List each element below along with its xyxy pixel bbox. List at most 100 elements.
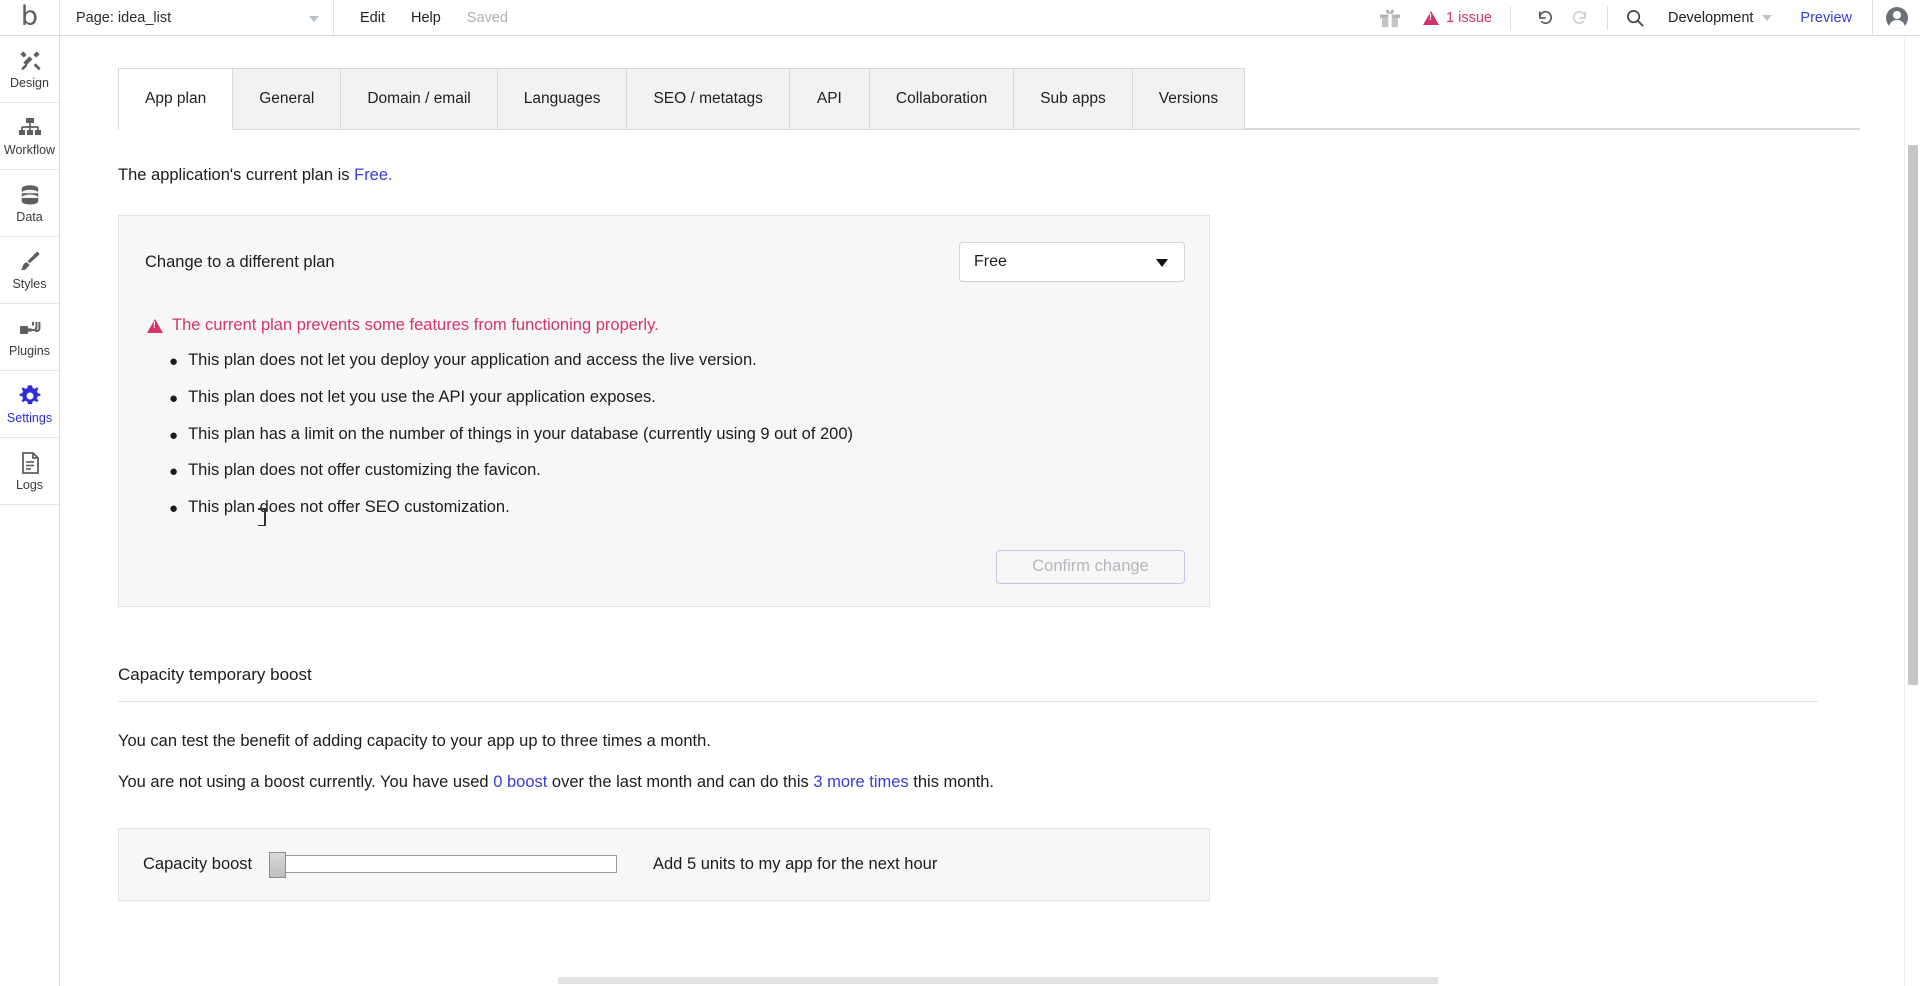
page-selector-dropdown[interactable]: Page: idea_list	[60, 0, 334, 36]
settings-tab-bar: App plan General Domain / email Language…	[118, 68, 1860, 130]
help-menu[interactable]: Help	[411, 10, 441, 26]
tab-api[interactable]: API	[789, 68, 870, 129]
workflow-icon	[17, 115, 43, 141]
environment-label: Development	[1667, 9, 1754, 26]
confirm-change-button[interactable]: Confirm change	[996, 549, 1185, 584]
environment-dropdown[interactable]: Development	[1667, 9, 1773, 26]
plan-warning: The current plan prevents some features …	[147, 316, 1185, 335]
tab-sub-apps[interactable]: Sub apps	[1014, 68, 1133, 129]
sidebar-item-label: Logs	[15, 478, 44, 493]
horizontal-scrollbar[interactable]	[60, 974, 1904, 986]
boosts-used-link[interactable]: 0 boost	[493, 773, 547, 791]
document-icon	[17, 450, 43, 476]
capacity-paragraph-2: You are not using a boost currently. You…	[118, 773, 1818, 792]
tab-versions[interactable]: Versions	[1132, 68, 1246, 129]
search-button[interactable]	[1618, 0, 1652, 36]
bullet-dot-icon: ●	[169, 426, 179, 444]
gear-icon	[17, 383, 43, 409]
vertical-scrollbar-thumb[interactable]	[1908, 145, 1918, 685]
list-item: ● This plan has a limit on the number of…	[169, 425, 1185, 447]
list-item: ● This plan does not offer customizing t…	[169, 461, 1185, 483]
bullet-dot-icon: ●	[169, 389, 179, 407]
list-item: ● This plan does not let you deploy your…	[169, 351, 1185, 373]
sidebar-item-label: Settings	[6, 411, 53, 426]
tab-label: SEO / metatags	[653, 90, 763, 107]
horizontal-scrollbar-thumb[interactable]	[558, 977, 1438, 984]
gift-icon[interactable]	[1379, 8, 1401, 28]
database-icon	[17, 182, 43, 208]
left-sidebar: Design Workflow Data Styles Plugins Sett…	[0, 36, 60, 986]
capacity-text-part-1: You are not using a boost currently. You…	[118, 772, 494, 791]
user-account-button[interactable]	[1872, 0, 1920, 36]
bullet-dot-icon: ●	[169, 500, 179, 517]
main-content-area: App plan General Domain / email Language…	[60, 36, 1920, 986]
boosts-remaining-link[interactable]: 3 more times	[813, 773, 908, 791]
sidebar-item-logs[interactable]: Logs	[0, 438, 59, 505]
tab-label: Domain / email	[367, 90, 471, 107]
limitation-text: This plan has a limit on the number of t…	[188, 424, 854, 443]
tab-collaboration[interactable]: Collaboration	[869, 68, 1015, 129]
sidebar-item-data[interactable]: Data	[0, 170, 59, 237]
plan-select-dropdown[interactable]: Free	[959, 242, 1185, 282]
tab-label: General	[259, 90, 315, 107]
issue-indicator[interactable]: 1 issue	[1423, 5, 1511, 30]
sidebar-item-design[interactable]: Design	[0, 36, 59, 103]
edit-menu[interactable]: Edit	[360, 10, 385, 26]
plug-icon	[17, 316, 43, 342]
chevron-down-icon	[309, 15, 319, 22]
warning-triangle-icon	[147, 318, 163, 333]
change-plan-label: Change to a different plan	[145, 252, 335, 271]
bubble-logo-icon: b	[20, 0, 39, 32]
capacity-text-part-3: this month.	[908, 772, 994, 791]
sidebar-item-label: Plugins	[9, 344, 50, 359]
bullet-dot-icon: ●	[169, 463, 179, 481]
tab-languages[interactable]: Languages	[497, 68, 628, 129]
tab-label: API	[816, 90, 842, 107]
plan-warning-text: The current plan prevents some features …	[172, 316, 659, 334]
change-plan-row: Change to a different plan Free	[143, 242, 1185, 282]
slider-handle[interactable]	[269, 852, 286, 879]
vertical-scrollbar[interactable]	[1904, 37, 1920, 986]
tab-label: Languages	[523, 90, 601, 107]
tab-label: Sub apps	[1040, 90, 1106, 107]
tab-label: Collaboration	[895, 90, 988, 107]
limitation-text: This plan does not offer customizing the…	[188, 461, 541, 480]
tab-seo-metatags[interactable]: SEO / metatags	[627, 68, 790, 129]
capacity-paragraph-1: You can test the benefit of adding capac…	[118, 731, 711, 750]
chevron-down-icon	[1762, 14, 1773, 21]
redo-button[interactable]	[1563, 0, 1597, 36]
current-plan-prefix: The application's current plan is	[118, 166, 355, 184]
issue-count-label: 1 issue	[1446, 9, 1492, 26]
plan-select-value: Free	[974, 253, 1007, 270]
limitation-text: This plan does not let you deploy your a…	[188, 351, 757, 369]
current-plan-link[interactable]: Free.	[354, 166, 393, 184]
plan-limitations-list: ● This plan does not let you deploy your…	[169, 351, 1185, 520]
app-logo[interactable]: b	[0, 0, 60, 36]
top-header-bar: b Page: idea_list Edit Help Saved 1 issu…	[0, 0, 1920, 36]
design-icon	[17, 48, 43, 74]
list-item: ● This plan does not offer SEO customiza…	[169, 498, 1185, 520]
sidebar-item-workflow[interactable]: Workflow	[0, 103, 59, 170]
save-status: Saved	[466, 9, 508, 26]
sidebar-item-plugins[interactable]: Plugins	[0, 304, 59, 371]
limitation-text: This plan does not let you use the API y…	[188, 387, 656, 406]
tab-domain-email[interactable]: Domain / email	[341, 68, 498, 129]
sidebar-item-settings[interactable]: Settings	[0, 371, 59, 438]
app-plan-panel: The application's current plan is Free. …	[118, 134, 1818, 901]
undo-button[interactable]	[1529, 0, 1563, 36]
capacity-boost-slider[interactable]	[269, 852, 617, 879]
limitation-text: This plan does not offer SEO customizati…	[188, 498, 510, 516]
sidebar-item-styles[interactable]: Styles	[0, 237, 59, 304]
preview-button[interactable]: Preview	[1800, 10, 1852, 26]
sidebar-item-label: Design	[10, 76, 49, 91]
list-item: ● This plan does not let you use the API…	[169, 388, 1185, 410]
tab-general[interactable]: General	[233, 68, 342, 129]
bullet-dot-icon: ●	[169, 353, 179, 370]
tab-app-plan[interactable]: App plan	[118, 68, 234, 130]
tab-bar-filler	[1245, 68, 1860, 129]
tab-label: App plan	[145, 90, 207, 107]
capacity-section-title: Capacity temporary boost	[118, 665, 1818, 702]
confirm-row: Confirm change	[143, 549, 1185, 584]
capacity-boost-card: Capacity boost Add 5 units to my app for…	[118, 827, 1210, 901]
sidebar-item-label: Data	[16, 210, 43, 225]
